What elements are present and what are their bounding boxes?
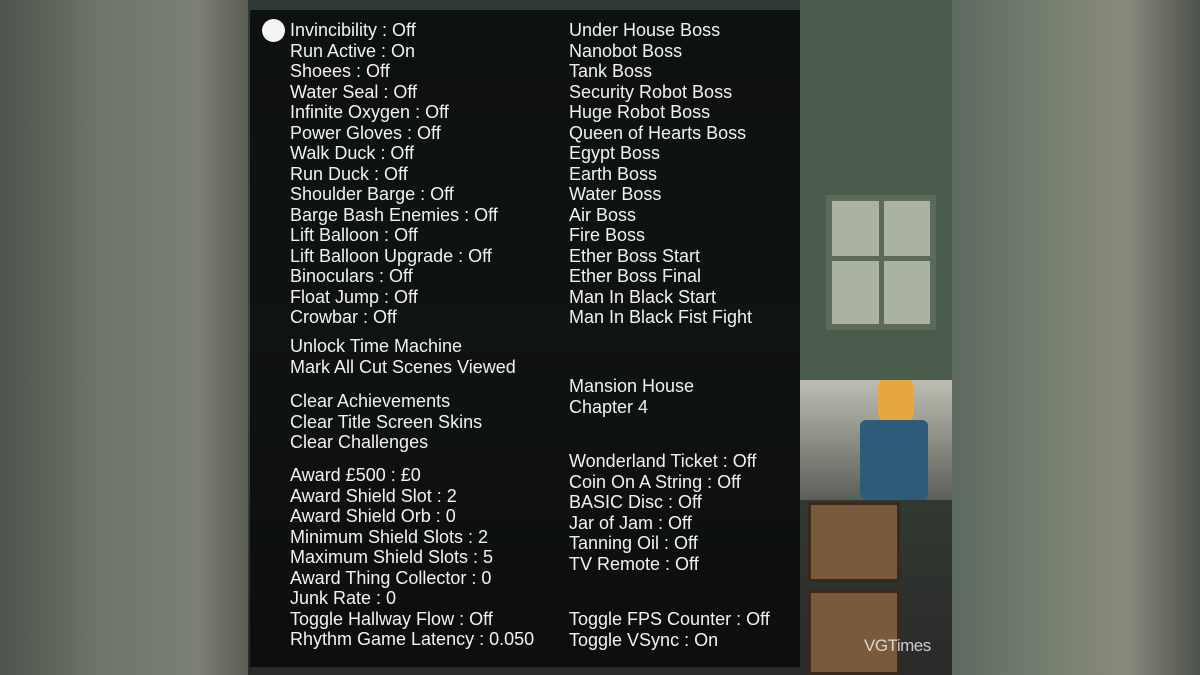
menu-item[interactable]: BASIC Disc : Off xyxy=(569,492,756,513)
menu-item[interactable]: Toggle FPS Counter : Off xyxy=(569,609,770,630)
menu-item[interactable]: Unlock Time Machine xyxy=(290,336,516,357)
blurred-background-left xyxy=(0,0,248,675)
menu-item[interactable]: Infinite Oxygen : Off xyxy=(290,102,498,123)
menu-item[interactable]: Under House Boss xyxy=(569,20,752,41)
menu-item[interactable]: Maximum Shield Slots : 5 xyxy=(290,547,534,568)
left-menu-group: Unlock Time Machine Mark All Cut Scenes V… xyxy=(290,336,516,377)
player-character-head xyxy=(878,380,914,420)
player-character-body xyxy=(860,420,928,500)
menu-item[interactable]: Run Active : On xyxy=(290,41,498,62)
menu-item[interactable]: Man In Black Fist Fight xyxy=(569,307,752,328)
menu-item[interactable]: Man In Black Start xyxy=(569,287,752,308)
right-menu-group: Wonderland Ticket : Off Coin On A String … xyxy=(569,451,756,574)
menu-item[interactable]: Earth Boss xyxy=(569,164,752,185)
menu-item[interactable]: Rhythm Game Latency : 0.050 xyxy=(290,629,534,650)
menu-item[interactable]: Mansion House xyxy=(569,376,694,397)
menu-item[interactable]: Invincibility : Off xyxy=(290,20,498,41)
left-menu-group: Clear Achievements Clear Title Screen Ski… xyxy=(290,391,482,453)
menu-item[interactable]: Ether Boss Final xyxy=(569,266,752,287)
menu-item[interactable]: Tanning Oil : Off xyxy=(569,533,756,554)
right-menu-group: Under House Boss Nanobot Boss Tank Boss Sec… xyxy=(569,20,752,328)
menu-item[interactable]: Power Gloves : Off xyxy=(290,123,498,144)
menu-item[interactable]: Tank Boss xyxy=(569,61,752,82)
menu-item[interactable]: Toggle Hallway Flow : Off xyxy=(290,609,534,630)
selection-cursor-icon xyxy=(262,19,285,42)
menu-item[interactable]: Mark All Cut Scenes Viewed xyxy=(290,357,516,378)
menu-item[interactable]: Float Jump : Off xyxy=(290,287,498,308)
crate xyxy=(808,502,900,582)
menu-item[interactable]: Fire Boss xyxy=(569,225,752,246)
menu-item[interactable]: Junk Rate : 0 xyxy=(290,588,534,609)
right-menu-group: Toggle FPS Counter : Off Toggle VSync : O… xyxy=(569,609,770,650)
left-menu-group: Invincibility : Off Run Active : On Shoees… xyxy=(290,20,498,328)
menu-item[interactable]: Coin On A String : Off xyxy=(569,472,756,493)
menu-item[interactable]: Ether Boss Start xyxy=(569,246,752,267)
watermark: VGTimes xyxy=(864,636,931,655)
menu-item[interactable]: Lift Balloon Upgrade : Off xyxy=(290,246,498,267)
menu-item[interactable]: Air Boss xyxy=(569,205,752,226)
menu-item[interactable]: Security Robot Boss xyxy=(569,82,752,103)
menu-item[interactable]: Crowbar : Off xyxy=(290,307,498,328)
menu-item[interactable]: Award Thing Collector : 0 xyxy=(290,568,534,589)
menu-item[interactable]: Wonderland Ticket : Off xyxy=(569,451,756,472)
menu-item[interactable]: Lift Balloon : Off xyxy=(290,225,498,246)
menu-item[interactable]: Barge Bash Enemies : Off xyxy=(290,205,498,226)
right-menu-group: Mansion House Chapter 4 xyxy=(569,376,694,417)
menu-item[interactable]: Queen of Hearts Boss xyxy=(569,123,752,144)
menu-item[interactable]: Water Seal : Off xyxy=(290,82,498,103)
menu-item[interactable]: Award £500 : £0 xyxy=(290,465,534,486)
menu-item[interactable]: Clear Achievements xyxy=(290,391,482,412)
menu-item[interactable]: Clear Title Screen Skins xyxy=(290,412,482,433)
menu-item[interactable]: Water Boss xyxy=(569,184,752,205)
menu-item[interactable]: Minimum Shield Slots : 2 xyxy=(290,527,534,548)
crate xyxy=(808,590,900,675)
menu-item[interactable]: Toggle VSync : On xyxy=(569,630,770,651)
menu-item[interactable]: Jar of Jam : Off xyxy=(569,513,756,534)
menu-item[interactable]: Award Shield Slot : 2 xyxy=(290,486,534,507)
blurred-background-right xyxy=(952,0,1200,675)
left-menu-group: Award £500 : £0 Award Shield Slot : 2 Awar… xyxy=(290,465,534,650)
menu-item[interactable]: Clear Challenges xyxy=(290,432,482,453)
menu-item[interactable]: TV Remote : Off xyxy=(569,554,756,575)
menu-item[interactable]: Nanobot Boss xyxy=(569,41,752,62)
menu-item[interactable]: Shoees : Off xyxy=(290,61,498,82)
menu-item[interactable]: Walk Duck : Off xyxy=(290,143,498,164)
menu-item[interactable]: Run Duck : Off xyxy=(290,164,498,185)
menu-item[interactable]: Huge Robot Boss xyxy=(569,102,752,123)
menu-item[interactable]: Binoculars : Off xyxy=(290,266,498,287)
window xyxy=(826,195,936,330)
menu-item[interactable]: Egypt Boss xyxy=(569,143,752,164)
menu-item[interactable]: Chapter 4 xyxy=(569,397,694,418)
menu-item[interactable]: Shoulder Barge : Off xyxy=(290,184,498,205)
menu-item[interactable]: Award Shield Orb : 0 xyxy=(290,506,534,527)
